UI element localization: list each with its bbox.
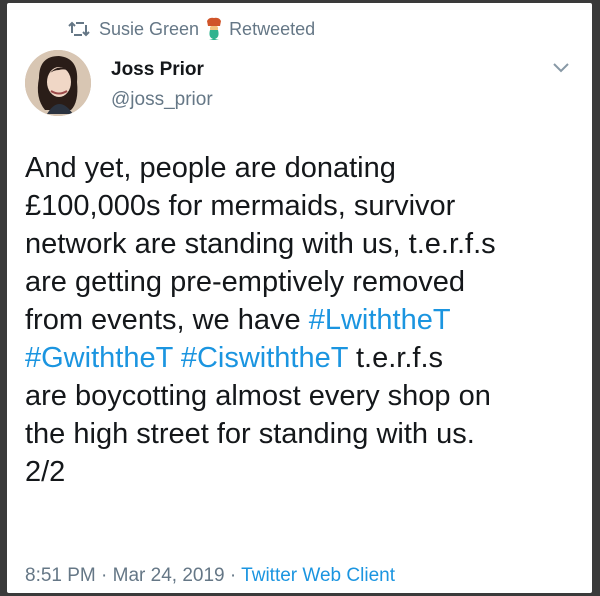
hashtag-link[interactable]: #CiswiththeT bbox=[181, 342, 348, 374]
retweet-icon bbox=[67, 19, 91, 39]
retweet-context[interactable]: Susie Green Retweeted bbox=[67, 15, 315, 43]
tweet-text-segment: the high street for standing with us. bbox=[25, 418, 475, 450]
tweet-text-line: And yet, people are donating bbox=[25, 149, 585, 187]
chevron-down-icon[interactable] bbox=[552, 61, 570, 73]
tweet-client-link[interactable]: Twitter Web Client bbox=[241, 565, 395, 586]
tweet-text-segment: 2/2 bbox=[25, 456, 66, 488]
tweet-date[interactable]: Mar 24, 2019 bbox=[113, 565, 225, 586]
tweet-text-line: are boycotting almost every shop on bbox=[25, 377, 585, 415]
tweet-text-line: are getting pre-emptively removed bbox=[25, 263, 585, 301]
meta-separator: · bbox=[224, 565, 242, 586]
tweet-text-segment: £100,000s for mermaids, survivor bbox=[25, 190, 456, 222]
tweet-text-segment: And yet, people are donating bbox=[25, 152, 396, 184]
tweet-meta: 8:51 PM · Mar 24, 2019 · Twitter Web Cli… bbox=[25, 565, 395, 587]
tweet-text: And yet, people are donating £100,000s fo… bbox=[25, 149, 585, 491]
tweet-text-line: #GwiththeT #CiswiththeT t.e.r.f.s bbox=[25, 339, 585, 377]
hashtag-link[interactable]: #LwiththeT bbox=[309, 304, 451, 336]
tweet-text-line: from events, we have #LwiththeT bbox=[25, 301, 585, 339]
mermaid-icon bbox=[203, 17, 225, 41]
retweeted-label: Retweeted bbox=[229, 18, 316, 39]
avatar[interactable] bbox=[25, 50, 91, 116]
tweet-text-line: network are standing with us, t.e.r.f.s bbox=[25, 225, 585, 263]
tweet-text-segment: from events, we have bbox=[25, 304, 309, 336]
tweet-text-line: the high street for standing with us. bbox=[25, 415, 585, 453]
retweeter-name[interactable]: Susie Green bbox=[99, 19, 199, 40]
tweet-text-segment bbox=[173, 342, 181, 374]
author-handle[interactable]: @joss_prior bbox=[111, 89, 213, 111]
tweet-time[interactable]: 8:51 PM bbox=[25, 565, 96, 586]
tweet-text-segment: are boycotting almost every shop on bbox=[25, 380, 491, 412]
author-display-name[interactable]: Joss Prior bbox=[111, 59, 204, 81]
hashtag-link[interactable]: #GwiththeT bbox=[25, 342, 173, 374]
tweet-text-line: 2/2 bbox=[25, 453, 585, 491]
tweet-text-segment: are getting pre-emptively removed bbox=[25, 266, 466, 298]
meta-separator: · bbox=[95, 565, 113, 586]
tweet-text-line: £100,000s for mermaids, survivor bbox=[25, 187, 585, 225]
tweet-card: Susie Green Retweeted Joss Prior @joss_p… bbox=[7, 3, 592, 593]
tweet-text-segment: t.e.r.f.s bbox=[347, 342, 444, 374]
tweet-text-segment: network are standing with us, t.e.r.f.s bbox=[25, 228, 496, 260]
